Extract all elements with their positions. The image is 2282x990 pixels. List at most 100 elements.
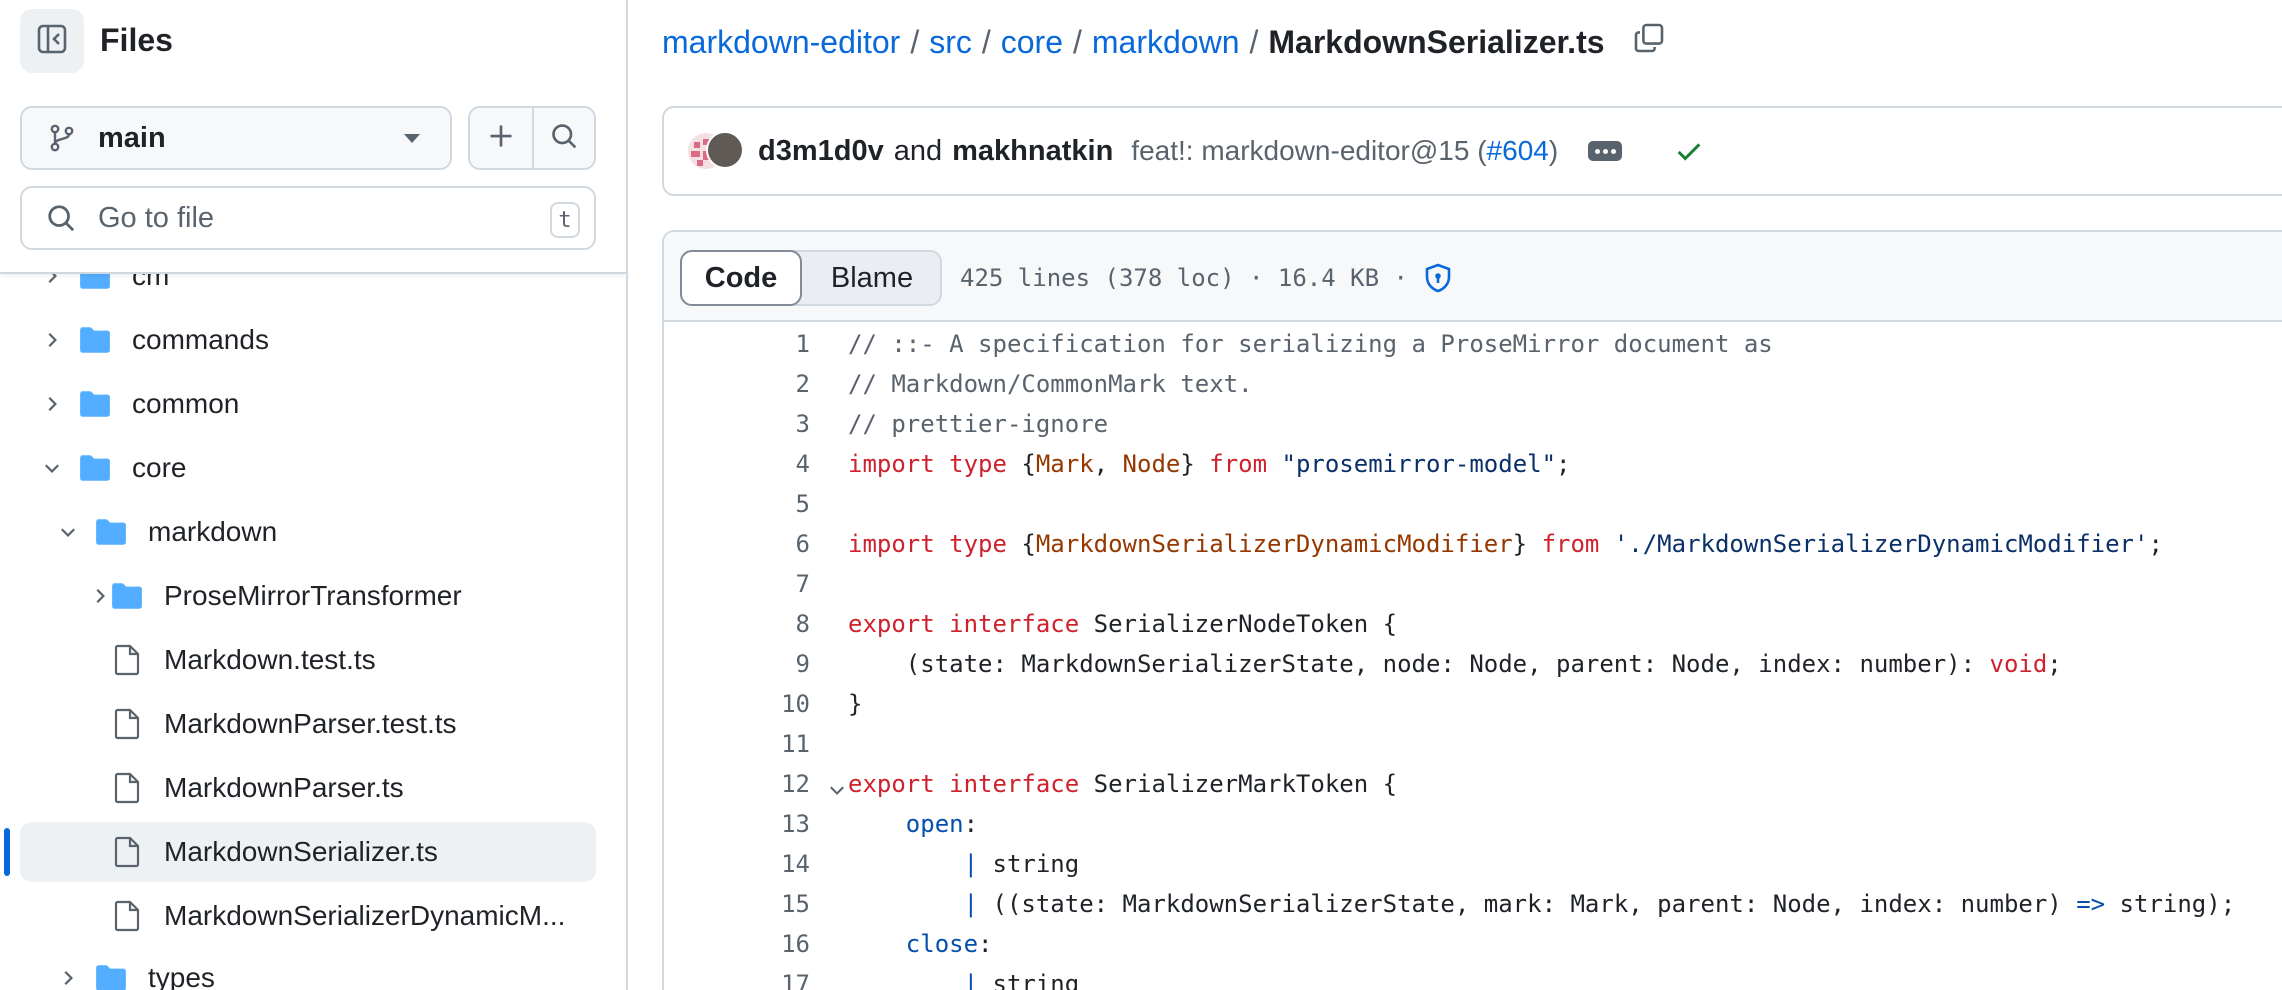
code-line[interactable]: 10} [664, 684, 2282, 724]
file-view: markdown-editor / src / core / markdown … [630, 0, 2282, 990]
line-number[interactable]: 9 [664, 644, 810, 684]
commit-author-link[interactable]: makhnatkin [952, 135, 1113, 168]
code-line[interactable]: 12 export interface SerializerMarkToken { [664, 764, 2282, 804]
tree-item-label: common [132, 388, 240, 419]
latest-commit-bar: d3m1d0v and makhnatkin feat!: markdown-e… [662, 106, 2282, 196]
chevron-down-icon [404, 134, 420, 143]
tree-item-label: types [148, 962, 215, 990]
tree-folder-item[interactable]: commands [20, 310, 596, 370]
breadcrumb-link-src[interactable]: src [929, 24, 972, 61]
chevron-right-icon[interactable] [89, 585, 111, 607]
tree-file-item[interactable]: MarkdownSerializerDynamicM... [20, 886, 596, 946]
avatar[interactable] [706, 131, 744, 169]
code-line[interactable]: 16 close: [664, 924, 2282, 964]
folder-icon [78, 387, 112, 421]
code-token: string); [2105, 890, 2236, 918]
line-number[interactable]: 14 [664, 844, 810, 884]
tree-folder-item[interactable]: core [20, 438, 596, 498]
line-number[interactable]: 7 [664, 564, 810, 604]
tree-file-item[interactable]: MarkdownSerializer.ts [20, 822, 596, 882]
tab-code[interactable]: Code [680, 250, 802, 306]
line-number[interactable]: 5 [664, 484, 810, 524]
branch-selector[interactable]: main [20, 106, 452, 170]
tree-item-label: MarkdownParser.test.ts [164, 708, 457, 739]
code-line[interactable]: 1 // ::- A specification for serializing … [664, 324, 2282, 364]
chevron-right-icon[interactable] [57, 967, 79, 989]
add-file-button[interactable] [470, 108, 532, 168]
code-token: : [978, 930, 993, 958]
code-line[interactable]: 15 | ((state: MarkdownSerializerState, m… [664, 884, 2282, 924]
chevron-down-icon[interactable] [57, 521, 79, 543]
tree-file-item[interactable]: MarkdownParser.test.ts [20, 694, 596, 754]
line-number[interactable]: 11 [664, 724, 810, 764]
sidebar-header: Files main Go to file t [0, 0, 626, 274]
collapse-sidebar-button[interactable] [20, 9, 84, 73]
line-number[interactable]: 10 [664, 684, 810, 724]
expand-commit-message-button[interactable] [1588, 141, 1623, 161]
tree-item-label: MarkdownParser.ts [164, 772, 404, 803]
line-number[interactable]: 17 [664, 964, 810, 990]
commit-message[interactable]: feat!: markdown-editor@15 (#604) [1131, 135, 1558, 167]
check-status-icon[interactable] [1674, 136, 1704, 166]
code-line[interactable]: 11 [664, 724, 2282, 764]
code-token: Mark [1035, 450, 1094, 478]
tree-item-label: core [132, 452, 187, 483]
commit-avatars [688, 129, 744, 173]
file-icon [110, 771, 144, 805]
commit-author-link[interactable]: d3m1d0v [758, 135, 884, 168]
tree-folder-item[interactable]: types [20, 948, 596, 990]
code-line[interactable]: 7 [664, 564, 2282, 604]
code-line[interactable]: 9 (state: MarkdownSerializerState, node:… [664, 644, 2282, 684]
chevron-right-icon[interactable] [41, 393, 63, 415]
chevron-right-icon[interactable] [41, 329, 63, 351]
line-number[interactable]: 4 [664, 444, 810, 484]
go-to-file-input[interactable]: Go to file t [20, 186, 596, 250]
line-number[interactable]: 6 [664, 524, 810, 564]
tree-folder-item[interactable]: markdown [20, 502, 596, 562]
line-number[interactable]: 8 [664, 604, 810, 644]
line-number[interactable]: 2 [664, 364, 810, 404]
code-token: | [963, 970, 979, 990]
code-line[interactable]: 4 import type {Mark, Node} from "prosemir… [664, 444, 2282, 484]
code-token: | [963, 890, 979, 918]
code-line[interactable]: 17 | string [664, 964, 2282, 990]
line-number[interactable]: 3 [664, 404, 810, 444]
code-line[interactable]: 2 // Markdown/CommonMark text. [664, 364, 2282, 404]
line-number[interactable]: 1 [664, 324, 810, 364]
shield-icon[interactable] [1422, 262, 1454, 294]
fold-chevron-icon[interactable] [826, 773, 848, 795]
line-number[interactable]: 12 [664, 764, 810, 804]
code-line[interactable]: 5 [664, 484, 2282, 524]
breadcrumb-repo-link[interactable]: markdown-editor [662, 24, 900, 61]
tree-file-item[interactable]: MarkdownParser.ts [20, 758, 596, 818]
code-line[interactable]: 6 import type {MarkdownSerializerDynamicM… [664, 524, 2282, 564]
tree-item-label: MarkdownSerializerDynamicM... [164, 900, 566, 931]
file-tree-sidebar: cm commands common core markdown ProseMirrorT… [0, 0, 628, 990]
breadcrumb-separator: / [910, 23, 920, 60]
code-line[interactable]: 3 // prettier-ignore [664, 404, 2282, 444]
git-branch-icon [46, 122, 78, 154]
tree-file-item[interactable]: Markdown.test.ts [20, 630, 596, 690]
line-number[interactable]: 13 [664, 804, 810, 844]
search-button[interactable] [532, 108, 594, 168]
chevron-down-icon[interactable] [41, 457, 63, 479]
code-token: ((state: MarkdownSerializerState, mark: … [978, 890, 2077, 918]
line-number[interactable]: 16 [664, 924, 810, 964]
code-line[interactable]: 14 | string [664, 844, 2282, 884]
tree-folder-item[interactable]: common [20, 374, 596, 434]
breadcrumb-link-core[interactable]: core [1001, 24, 1063, 61]
code-line[interactable]: 8 export interface SerializerNodeToken { [664, 604, 2282, 644]
breadcrumb-separator: / [981, 23, 991, 60]
breadcrumb-link-markdown[interactable]: markdown [1092, 24, 1240, 61]
copy-path-button[interactable] [1633, 22, 1665, 62]
line-number[interactable]: 15 [664, 884, 810, 924]
view-mode-toggle: Blame Code [680, 250, 942, 306]
code-line[interactable]: 13 open: [664, 804, 2282, 844]
tree-folder-item[interactable]: ProseMirrorTransformer [20, 566, 596, 626]
code-token: } [1180, 450, 1210, 478]
tab-blame[interactable]: Blame [804, 252, 940, 304]
pull-request-link[interactable]: #604 [1487, 135, 1549, 166]
code-token: SerializerNodeToken { [1093, 610, 1398, 638]
